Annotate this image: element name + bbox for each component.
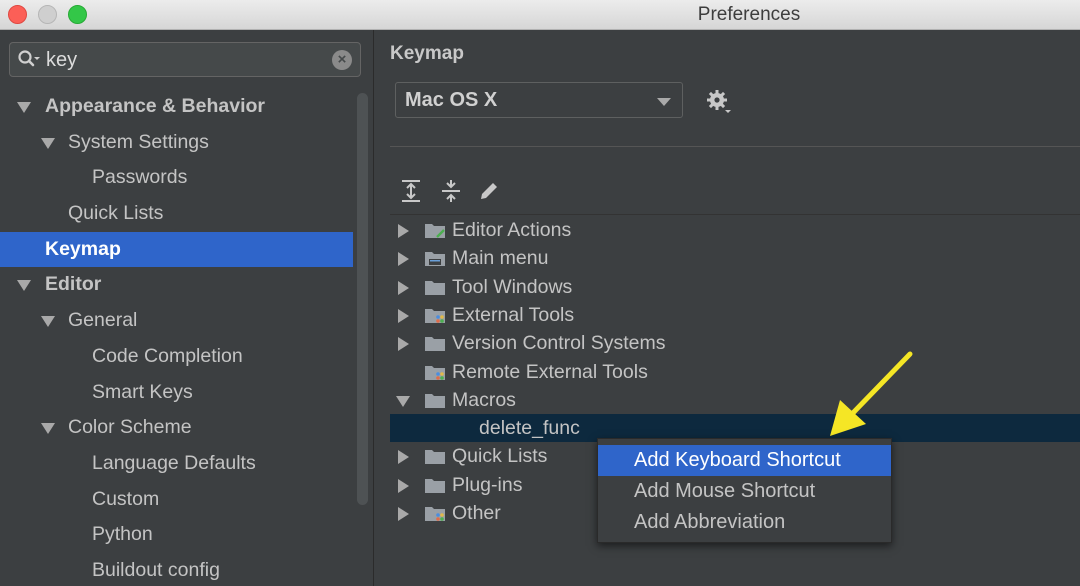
tree-item-external-tools[interactable]: External Tools — [390, 301, 1080, 329]
tree-item-label: Remote External Tools — [452, 358, 648, 386]
expand-arrow-icon[interactable] — [398, 309, 409, 323]
window-title: Preferences — [0, 4, 1080, 26]
sidebar-item-label: General — [68, 303, 137, 339]
sidebar-item-label: Appearance & Behavior — [45, 89, 265, 125]
title-bar: Preferences — [0, 0, 1080, 30]
settings-tree: Appearance & BehaviorSystem SettingsPass… — [0, 89, 353, 586]
sidebar-item-label: Editor — [45, 267, 101, 303]
sidebar-item-editor[interactable]: Editor — [0, 267, 353, 303]
expand-arrow-icon[interactable] — [398, 479, 409, 493]
sidebar-item-label: Custom — [92, 482, 159, 518]
sidebar-item-custom[interactable]: Custom — [0, 482, 353, 518]
tree-item-remote-external-tools[interactable]: Remote External Tools — [390, 358, 1080, 386]
sidebar-item-system-settings[interactable]: System Settings — [0, 125, 353, 161]
sidebar-item-general[interactable]: General — [0, 303, 353, 339]
divider — [390, 146, 1080, 147]
sidebar-item-label: Smart Keys — [92, 375, 193, 411]
expand-arrow-icon[interactable] — [41, 423, 55, 434]
menu-item-add-keyboard-shortcut[interactable]: Add Keyboard Shortcut — [598, 445, 891, 476]
sidebar-item-label: Buildout config — [92, 553, 220, 586]
sidebar-item-label: Code Completion — [92, 339, 243, 375]
search-icon — [17, 49, 41, 71]
sidebar-item-passwords[interactable]: Passwords — [0, 160, 353, 196]
expand-arrow-icon[interactable] — [17, 280, 31, 291]
expand-arrow-icon[interactable] — [398, 281, 409, 295]
tree-item-label: External Tools — [452, 301, 574, 329]
menu-item-add-abbreviation[interactable]: Add Abbreviation — [598, 507, 891, 538]
sidebar-item-label: Color Scheme — [68, 410, 192, 446]
sidebar-item-color-scheme[interactable]: Color Scheme — [0, 410, 353, 446]
tree-item-editor-actions[interactable]: Editor Actions — [390, 216, 1080, 244]
expand-arrow-icon[interactable] — [17, 102, 31, 113]
tree-item-tool-windows[interactable]: Tool Windows — [390, 273, 1080, 301]
clear-icon[interactable]: × — [332, 50, 352, 70]
sidebar-item-code-completion[interactable]: Code Completion — [0, 339, 353, 375]
tree-item-label: Macros — [452, 386, 516, 414]
keymap-dropdown-value: Mac OS X — [405, 89, 497, 112]
tree-item-label: Other — [452, 499, 501, 527]
sidebar-item-label: Passwords — [92, 160, 187, 196]
sidebar-item-label: Python — [92, 517, 153, 553]
tree-item-label: Editor Actions — [452, 216, 571, 244]
gear-icon[interactable] — [705, 88, 733, 116]
page-title: Keymap — [390, 43, 464, 65]
sidebar-item-python[interactable]: Python — [0, 517, 353, 553]
expand-all-icon[interactable] — [399, 178, 423, 204]
expand-arrow-icon[interactable] — [398, 252, 409, 266]
tree-item-label: Tool Windows — [452, 273, 572, 301]
tree-item-label: Version Control Systems — [452, 329, 666, 357]
sidebar-item-language-defaults[interactable]: Language Defaults — [0, 446, 353, 482]
sidebar-item-keymap[interactable]: Keymap — [0, 232, 353, 268]
sidebar-item-label: Quick Lists — [68, 196, 163, 232]
collapse-arrow-icon[interactable] — [396, 396, 410, 407]
sidebar-scrollbar[interactable] — [357, 93, 368, 505]
tree-item-label: Plug-ins — [452, 471, 522, 499]
expand-arrow-icon[interactable] — [398, 224, 409, 238]
sidebar-item-label: Keymap — [45, 232, 121, 268]
sidebar-item-quick-lists[interactable]: Quick Lists — [0, 196, 353, 232]
search-input[interactable] — [46, 47, 326, 73]
tree-item-version-control-systems[interactable]: Version Control Systems — [390, 329, 1080, 357]
edit-icon[interactable] — [477, 178, 501, 204]
chevron-down-icon — [657, 98, 671, 106]
tree-item-macros[interactable]: Macros — [390, 386, 1080, 414]
tree-item-label: delete_func — [479, 414, 580, 442]
expand-arrow-icon[interactable] — [398, 450, 409, 464]
sidebar-item-appearance-behavior[interactable]: Appearance & Behavior — [0, 89, 353, 125]
keymap-dropdown[interactable]: Mac OS X — [395, 82, 683, 118]
menu-item-add-mouse-shortcut[interactable]: Add Mouse Shortcut — [598, 476, 891, 507]
context-menu: Add Keyboard ShortcutAdd Mouse ShortcutA… — [597, 438, 892, 543]
settings-sidebar: × Appearance & BehaviorSystem SettingsPa… — [0, 30, 374, 586]
collapse-all-icon[interactable] — [439, 178, 463, 204]
expand-arrow-icon[interactable] — [398, 337, 409, 351]
sidebar-item-smart-keys[interactable]: Smart Keys — [0, 375, 353, 411]
tree-item-label: Main menu — [452, 244, 548, 272]
tree-item-label: Quick Lists — [452, 442, 547, 470]
expand-arrow-icon[interactable] — [41, 138, 55, 149]
search-box[interactable]: × — [9, 42, 361, 77]
sidebar-item-buildout-config[interactable]: Buildout config — [0, 553, 353, 586]
tree-item-main-menu[interactable]: Main menu — [390, 244, 1080, 272]
sidebar-item-label: Language Defaults — [92, 446, 256, 482]
expand-arrow-icon[interactable] — [41, 316, 55, 327]
sidebar-item-label: System Settings — [68, 125, 209, 161]
expand-arrow-icon[interactable] — [398, 507, 409, 521]
